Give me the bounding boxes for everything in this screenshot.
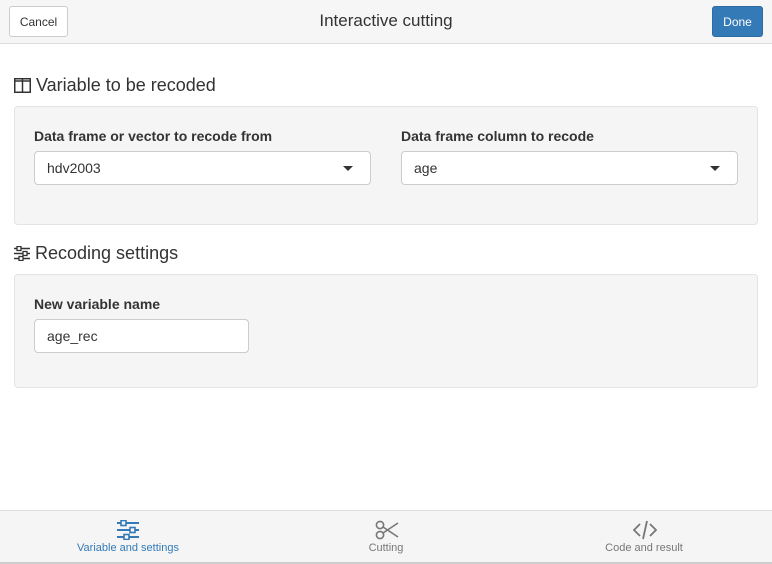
tab-cutting-label: Cutting (368, 542, 404, 554)
settings-panel: New variable name (14, 274, 758, 388)
code-icon (633, 520, 657, 540)
section-title-variable: Variable to be recoded (14, 75, 216, 96)
tab-code-result[interactable]: Code and result (544, 511, 744, 563)
section-title-settings: Recoding settings (14, 243, 178, 264)
column-select-value: age (414, 160, 438, 176)
dataframe-label: Data frame or vector to recode from (34, 128, 273, 144)
new-variable-label: New variable name (34, 296, 161, 312)
column-select[interactable]: age (401, 151, 738, 185)
variable-panel: Data frame or vector to recode from hdv2… (14, 106, 758, 225)
bottom-tab-bar: Variable and settings Cutting Code and r… (0, 510, 772, 564)
column-label: Data frame column to recode (401, 128, 594, 144)
cancel-button[interactable]: Cancel (9, 6, 68, 37)
section-title-settings-label: Recoding settings (35, 243, 179, 263)
page-title: Interactive cutting (319, 11, 453, 30)
columns-icon (14, 78, 31, 93)
tab-variable-settings-label: Variable and settings (77, 542, 179, 554)
section-title-variable-label: Variable to be recoded (36, 75, 216, 95)
chevron-down-icon (710, 166, 720, 171)
dataframe-select[interactable]: hdv2003 (34, 151, 371, 185)
dataframe-select-value: hdv2003 (47, 160, 101, 176)
chevron-down-icon (343, 166, 353, 171)
top-bar: Cancel Interactive cutting Done (0, 0, 772, 44)
tab-code-result-label: Code and result (605, 542, 683, 554)
done-button[interactable]: Done (712, 6, 763, 37)
sliders-icon (14, 246, 30, 261)
tab-variable-settings[interactable]: Variable and settings (28, 511, 228, 563)
new-variable-input[interactable] (34, 319, 249, 353)
sliders-icon (117, 520, 139, 540)
tab-cutting[interactable]: Cutting (286, 511, 486, 563)
scissors-icon (375, 520, 399, 540)
